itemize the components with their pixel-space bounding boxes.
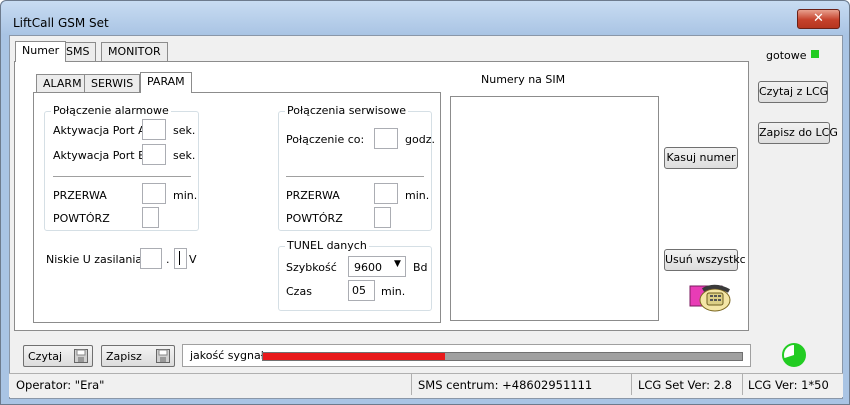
speed-value: 9600 [354,261,382,274]
service-break-label: PRZERWA [286,189,340,202]
close-button[interactable]: ✕ [797,9,840,29]
write-to-lcg-button[interactable]: Zapisz do LCG [758,122,838,144]
time-label: Czas [286,285,312,298]
port-b-unit: sek. [173,149,196,162]
floppy-disk-icon [74,349,88,363]
read-button[interactable]: Czytaj [23,345,93,367]
signal-quality-panel: jakość sygnału [182,344,751,367]
alarm-break-input[interactable] [142,183,166,204]
chevron-down-icon: ▼ [394,259,401,269]
port-a-label: Aktywacja Port A [53,124,146,137]
tunnel-group-title: TUNEL danych [285,239,369,252]
service-divider [286,176,424,177]
time-input[interactable]: 05 [348,280,375,301]
speed-select[interactable]: 9600 ▼ [348,256,406,277]
set-version-status: LCG Set Ver: 2.8 [638,378,732,392]
title-bar: LiftCall GSM Set ✕ [1,1,849,35]
service-repeat-label: POWTÓRZ [286,212,343,225]
voltage-decimal-input[interactable] [174,248,187,269]
service-every-input[interactable] [374,128,398,149]
tab-monitor[interactable]: MONITOR [101,42,168,61]
signal-quality-bar [262,352,743,361]
text-caret [179,251,180,265]
subtab-param[interactable]: PARAM [140,72,192,93]
sim-number-list[interactable] [450,96,659,321]
service-every-unit: godz. [405,133,435,146]
status-separator [411,373,412,395]
status-led [811,50,819,58]
alarm-repeat-label: POWTÓRZ [53,212,110,225]
port-b-label: Aktywacja Port B [53,149,146,162]
subtab-alarm[interactable]: ALARM [36,74,89,93]
alarm-divider [53,176,191,177]
alarm-group-title: Połączenie alarmowe [51,104,171,117]
time-unit: min. [381,285,406,298]
floppy-disk-icon [156,349,170,363]
port-a-unit: sek. [173,124,196,137]
read-button-label: Czytaj [28,350,63,363]
write-button-label: Zapisz [106,350,142,363]
lcg-version-status: LCG Ver: 1*50 [748,378,829,392]
status-label: gotowe [766,49,807,62]
delete-number-button[interactable]: Kasuj numer [664,147,738,169]
tab-numer[interactable]: Numer [15,41,67,62]
status-separator [742,373,743,395]
progress-pie-icon [782,343,806,367]
phone-icon [689,284,731,312]
service-repeat-input[interactable] [374,207,391,228]
alarm-break-unit: min. [173,189,198,202]
sim-list-title: Numery na SIM [481,73,566,86]
alarm-repeat-input[interactable] [142,207,159,228]
voltage-integer-input[interactable] [140,248,162,269]
operator-status: Operator: "Era" [16,378,105,392]
delete-all-button[interactable]: Usuń wszystkc [664,249,746,271]
low-voltage-label: Niskie U zasilania [46,253,143,266]
service-every-label: Połączenie co: [286,133,365,146]
signal-quality-fill [263,353,445,360]
service-group-title: Połączenia serwisowe [285,104,408,117]
speed-unit: Bd [413,261,428,274]
read-from-lcg-button[interactable]: Czytaj z LCG [758,81,828,103]
time-value: 05 [352,284,366,297]
voltage-unit: V [189,253,197,266]
write-button[interactable]: Zapisz [101,345,175,367]
port-a-input[interactable] [142,119,166,140]
service-break-input[interactable] [374,183,398,204]
speed-label: Szybkość [286,261,337,274]
signal-quality-label: jakość sygnału [190,349,271,362]
voltage-separator: . [166,253,170,266]
port-b-input[interactable] [142,144,166,165]
status-separator [631,373,632,395]
alarm-break-label: PRZERWA [53,189,107,202]
service-break-unit: min. [405,189,430,202]
window-title: LiftCall GSM Set [13,16,109,30]
subtab-serwis[interactable]: SERWIS [84,74,141,93]
sms-center-status: SMS centrum: +48602951111 [418,378,593,392]
app-window: LiftCall GSM Set ✕ Numer SMS MONITOR ALA… [0,0,850,405]
